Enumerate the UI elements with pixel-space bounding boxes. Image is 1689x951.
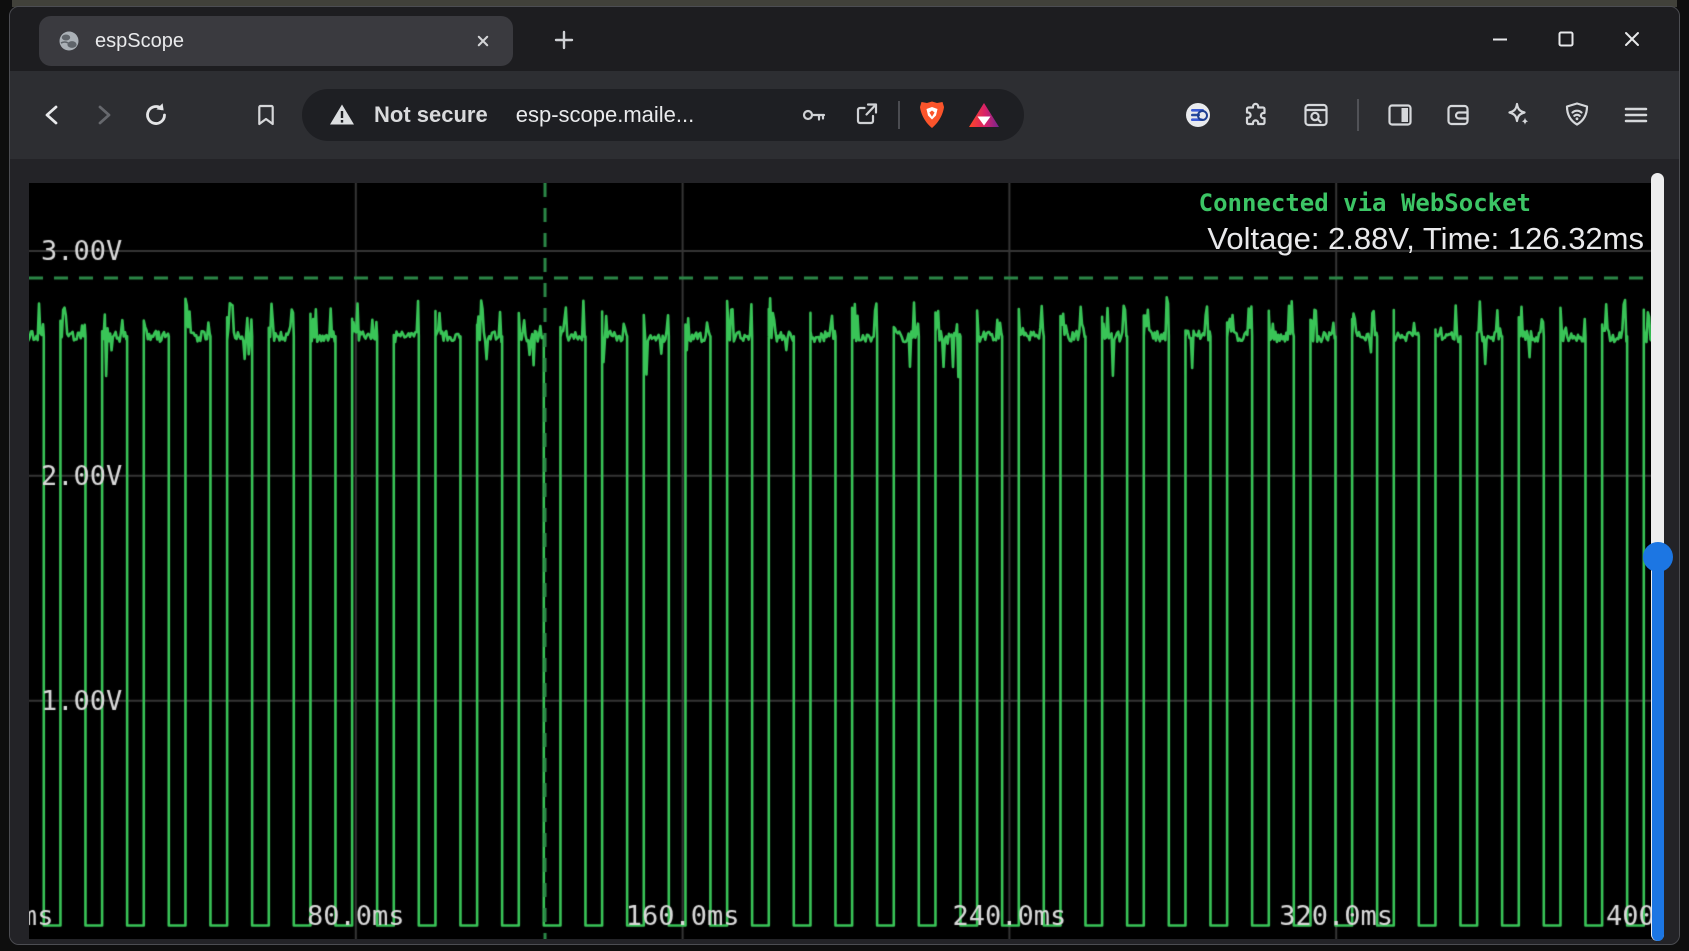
- sidebar-icon[interactable]: [1375, 90, 1425, 140]
- wallet-icon[interactable]: [1434, 90, 1484, 140]
- tab-espscope[interactable]: espScope: [39, 16, 513, 66]
- slider-fill: [1652, 557, 1664, 941]
- back-arrow-icon: [37, 100, 67, 130]
- plus-icon: [551, 27, 577, 53]
- reload-button[interactable]: [130, 89, 182, 141]
- bookmark-icon: [252, 101, 280, 129]
- share-icon[interactable]: [846, 95, 886, 135]
- brave-rewards-icon[interactable]: [964, 95, 1004, 135]
- page-content: Connected via WebSocket Voltage: 2.88V, …: [10, 159, 1679, 945]
- forward-arrow-icon: [89, 100, 119, 130]
- new-tab-button[interactable]: [544, 21, 584, 59]
- reload-icon: [141, 100, 171, 130]
- measurement-readout: Voltage: 2.88V, Time: 126.32ms: [1207, 221, 1644, 257]
- globe-favicon-icon: [57, 29, 81, 53]
- brave-shield-icon[interactable]: [912, 95, 952, 135]
- minimize-button[interactable]: [1467, 15, 1533, 63]
- forward-button[interactable]: [78, 89, 130, 141]
- close-window-button[interactable]: [1599, 15, 1665, 63]
- address-bar-divider: [898, 101, 900, 129]
- toolbar-right-icons: [1173, 90, 1663, 140]
- tab-close-button[interactable]: [465, 23, 501, 59]
- search-tabs-icon[interactable]: [1291, 90, 1341, 140]
- scope-canvas[interactable]: [29, 183, 1663, 939]
- close-icon: [472, 30, 494, 52]
- minimize-icon: [1487, 26, 1513, 52]
- window-controls: [1467, 13, 1665, 65]
- maximize-button[interactable]: [1533, 15, 1599, 63]
- leo-ai-icon[interactable]: [1493, 90, 1543, 140]
- back-button[interactable]: [26, 89, 78, 141]
- extension-badge-icon[interactable]: [1173, 90, 1223, 140]
- tab-strip: espScope: [10, 7, 1679, 71]
- slider-thumb[interactable]: [1643, 542, 1673, 572]
- address-bar[interactable]: Not secure esp-scope.maile...: [302, 89, 1024, 141]
- maximize-icon: [1553, 26, 1579, 52]
- browser-toolbar: Not secure esp-scope.maile...: [10, 71, 1679, 159]
- security-status-label: Not secure: [374, 102, 488, 128]
- bookmark-button[interactable]: [240, 89, 292, 141]
- menu-icon[interactable]: [1611, 90, 1661, 140]
- not-secure-warning-icon[interactable]: [322, 95, 362, 135]
- vpn-shield-icon[interactable]: [1552, 90, 1602, 140]
- toolbar-divider: [1357, 99, 1359, 131]
- vertical-slider[interactable]: [1651, 173, 1664, 941]
- tab-title: espScope: [95, 30, 451, 53]
- extensions-puzzle-icon[interactable]: [1232, 90, 1282, 140]
- close-icon: [1619, 26, 1645, 52]
- browser-window: espScope: [9, 6, 1680, 945]
- key-icon[interactable]: [794, 95, 834, 135]
- connection-status: Connected via WebSocket: [1199, 189, 1531, 217]
- oscilloscope-panel: Connected via WebSocket Voltage: 2.88V, …: [29, 183, 1663, 939]
- url-text[interactable]: esp-scope.maile...: [516, 102, 782, 128]
